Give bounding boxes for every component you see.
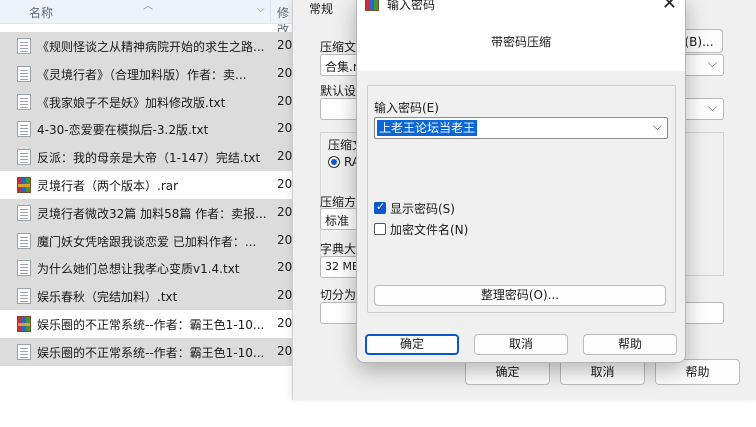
file-explorer: 名称 ︿ ⌵ 修改 《规则怪谈之从精神病院开始的求生之路... 202 《灵境行者》… <box>0 0 300 427</box>
file-row[interactable]: 4-30-恋爱要在模拟后-3.2版.txt 202 <box>0 115 300 144</box>
text-file-icon <box>17 288 31 305</box>
compression-method-select[interactable]: 标准 <box>320 208 360 230</box>
text-file-icon <box>17 93 31 110</box>
text-file-icon <box>17 38 31 54</box>
rar-archive-icon <box>17 176 31 193</box>
encrypt-filenames-label[interactable]: 加密文件名(N) <box>390 221 468 238</box>
column-header-name[interactable]: 名称 <box>29 4 53 21</box>
file-name: 娱乐圈的不正常系统--作者：霸王色1-10... <box>37 345 265 360</box>
file-name: 魔门妖女凭啥跟我谈恋爱 已加料作者：... <box>37 234 257 249</box>
file-name: 娱乐春秋（完结加料）.txt <box>37 290 178 305</box>
text-file-icon <box>17 232 31 249</box>
chevron-down-icon[interactable]: ⌵ <box>257 4 265 15</box>
file-name: 《规则怪谈之从精神病院开始的求生之路... <box>37 40 265 54</box>
show-password-checkbox[interactable] <box>374 200 386 214</box>
file-name: 灵境行者微改32篇 加料58篇 作者：卖报... <box>37 206 267 221</box>
file-name: 反派：我的母亲是大帝（1-147）完结.txt <box>37 151 261 166</box>
file-row[interactable]: 灵境行者微改32篇 加料58篇 作者：卖报... 202 <box>0 198 300 227</box>
chevron-down-icon: ⌵ <box>707 100 717 114</box>
password-dialog: 输入密码 ✕ 带密码压缩 输入密码(E) 上老王论坛当老王 ⌵ 显示密码(S) … <box>356 0 686 363</box>
password-label: 输入密码(E) <box>374 101 439 115</box>
dictionary-size-value: 32 MB <box>325 260 360 273</box>
chevron-down-icon: ⌵ <box>707 56 717 70</box>
winrar-icon <box>365 0 379 11</box>
format-rar-radio[interactable] <box>328 156 340 168</box>
sort-ascending-icon: ︿ <box>143 1 153 12</box>
close-icon[interactable]: ✕ <box>662 0 677 15</box>
file-row[interactable]: 《我家娘子不是妖》加料修改版.txt 202 <box>0 87 300 116</box>
file-row[interactable]: 《规则怪谈之从精神病院开始的求生之路... 202 <box>0 32 300 60</box>
file-row[interactable]: 《灵境行者》（合理加料版）作者：卖... 202 <box>0 59 300 88</box>
tab-general[interactable]: 常规 <box>309 0 333 17</box>
split-volumes-label: 切分为 <box>320 288 357 302</box>
text-file-icon <box>17 260 31 277</box>
dictionary-size-select[interactable]: 32 MB <box>320 256 360 278</box>
help-button[interactable]: 帮助 <box>583 334 677 355</box>
text-file-icon <box>17 204 31 221</box>
chevron-down-icon[interactable]: ⌵ <box>653 119 662 134</box>
password-value: 上老王论坛当老王 <box>377 120 478 136</box>
file-row[interactable]: 娱乐圈的不正常系统--作者：霸王色1-10... 202 <box>0 337 300 366</box>
dictionary-size-label: 字典大 <box>320 242 357 256</box>
rar-archive-icon <box>17 315 31 332</box>
text-file-icon <box>17 149 31 166</box>
file-row[interactable]: 为什么她们总想让我孝心变质v1.4.txt 202 <box>0 254 300 283</box>
compression-method-value: 标准 <box>325 214 350 228</box>
file-name: 《灵境行者》（合理加料版）作者：卖... <box>37 67 247 82</box>
encrypt-filenames-checkbox[interactable] <box>374 223 386 235</box>
file-row[interactable]: 娱乐春秋（完结加料）.txt 202 <box>0 282 300 310</box>
file-row[interactable]: 娱乐圈的不正常系统--作者：霸王色1-10... 202 <box>0 310 300 338</box>
file-name: 为什么她们总想让我孝心变质v1.4.txt <box>37 262 240 277</box>
organize-passwords-button[interactable]: 整理密码(O)... <box>374 285 666 306</box>
dialog-heading: 带密码压缩 <box>490 35 551 49</box>
dialog-titlebar[interactable]: 输入密码 ✕ <box>357 0 685 15</box>
cancel-button[interactable]: 取消 <box>474 334 568 355</box>
file-name: 4-30-恋爱要在模拟后-3.2版.txt <box>37 123 209 138</box>
column-header-bar: 名称 ︿ ⌵ 修改 <box>0 0 300 37</box>
dialog-title: 输入密码 <box>387 0 436 12</box>
text-file-icon <box>17 121 31 138</box>
text-file-icon <box>17 343 31 360</box>
password-input[interactable]: 上老王论坛当老王 ⌵ <box>374 117 668 139</box>
file-name: 娱乐圈的不正常系统--作者：霸王色1-10... <box>37 317 265 332</box>
file-row[interactable]: 灵境行者（两个版本）.rar 202 <box>0 171 300 199</box>
ok-button[interactable]: 确定 <box>365 334 459 355</box>
archive-name-value: 合集.r <box>325 60 358 74</box>
show-password-label[interactable]: 显示密码(S) <box>390 200 455 217</box>
file-row[interactable]: 魔门妖女凭啥跟我谈恋爱 已加料作者：... 202 <box>0 226 300 255</box>
column-divider[interactable] <box>270 0 271 24</box>
file-row[interactable]: 反派：我的母亲是大帝（1-147）完结.txt 202 <box>0 143 300 171</box>
file-name: 灵境行者（两个版本）.rar <box>37 178 179 193</box>
file-name: 《我家娘子不是妖》加料修改版.txt <box>37 95 226 110</box>
file-list: 《规则怪谈之从精神病院开始的求生之路... 202 《灵境行者》（合理加料版）作者：… <box>0 32 300 366</box>
archive-name-label: 压缩文 <box>320 40 357 54</box>
default-profile-label: 默认设 <box>320 84 357 98</box>
text-file-icon <box>17 65 31 82</box>
dialog-header: 带密码压缩 <box>357 15 685 71</box>
